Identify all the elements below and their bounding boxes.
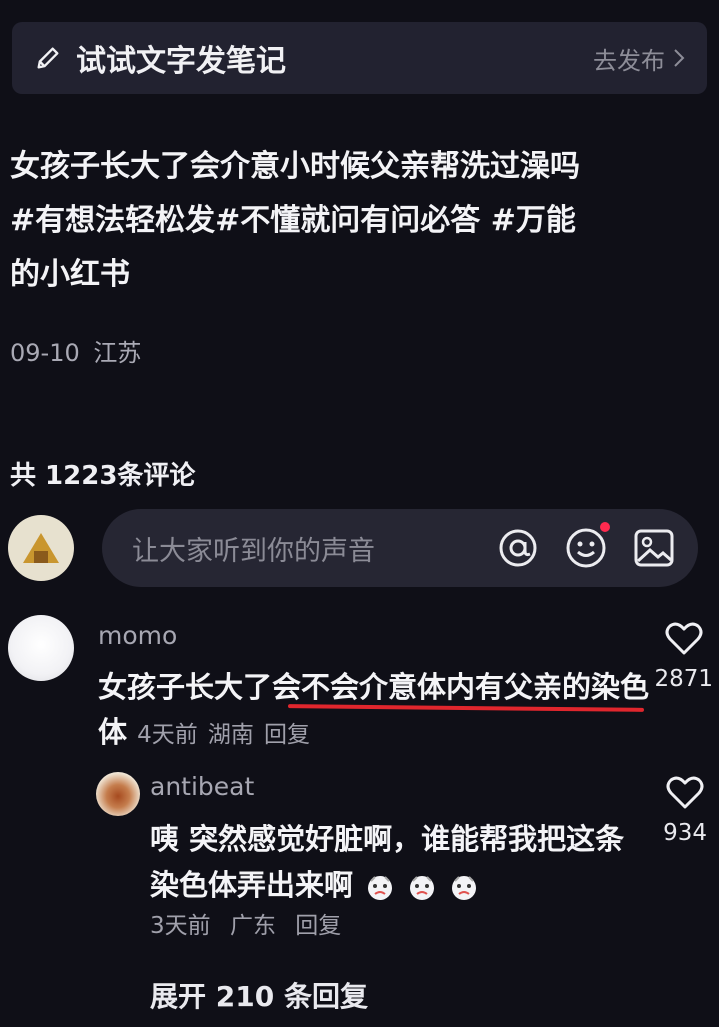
comment-author[interactable]: momo [98, 621, 177, 650]
notification-dot [600, 522, 610, 532]
write-note-title: 试试文字发笔记 [76, 44, 286, 79]
emoji-icon[interactable] [564, 522, 610, 570]
like-button[interactable]: 934 [663, 776, 707, 846]
comment-input[interactable]: 让大家听到你的声音 [102, 509, 698, 587]
post-location: 江苏 [93, 339, 142, 367]
crying-emoji-icon [368, 876, 393, 900]
heart-icon [665, 622, 703, 655]
reply-button[interactable]: 回复 [264, 722, 310, 748]
post-content: 女孩子长大了会介意小时候父亲帮洗过澡吗 #有想法轻松发#不懂就问有问必答 #万能… [10, 149, 580, 292]
reply-button[interactable]: 回复 [295, 913, 341, 939]
comment-text-block[interactable]: 女孩子长大了会不会介意体内有父亲的染色体 4天前 湖南 回复 [98, 665, 658, 758]
at-icon[interactable] [496, 526, 540, 570]
chevron-right-icon [674, 49, 685, 67]
reply-meta: 3天前 广东 回复 [150, 906, 341, 940]
write-note-bar[interactable]: 试试文字发笔记 去发布 [12, 22, 707, 94]
avatar[interactable] [96, 772, 140, 816]
publish-label: 去发布 [593, 46, 665, 75]
publish-link[interactable]: 去发布 [593, 41, 685, 76]
avatar-image [23, 533, 59, 563]
like-count: 934 [663, 820, 707, 846]
heart-icon [666, 776, 704, 809]
image-icon[interactable] [632, 526, 676, 570]
like-button[interactable]: 2871 [654, 622, 713, 692]
like-count: 2871 [654, 666, 713, 692]
expand-replies-button[interactable]: 展开 210 条回复 [150, 975, 368, 1015]
comment-composer: 让大家听到你的声音 [8, 508, 708, 588]
post-meta: 09-10 江苏 [10, 333, 141, 368]
crying-emoji-icon [410, 876, 435, 900]
avatar[interactable] [8, 615, 74, 681]
reply-time: 3天前 [150, 913, 211, 939]
comment-location: 湖南 [207, 722, 254, 748]
comment-input-placeholder: 让大家听到你的声音 [132, 535, 375, 567]
reply-location: 广东 [229, 913, 276, 939]
comment-time: 4天前 [137, 722, 198, 748]
crying-emoji-icon [452, 876, 477, 900]
post-date: 09-10 [10, 339, 80, 367]
avatar[interactable] [8, 515, 74, 581]
pen-icon [37, 47, 59, 69]
comment-count: 共 1223条评论 [10, 461, 196, 491]
reply-text-block[interactable]: 咦 突然感觉好脏啊，谁能帮我把这条染色体弄出来啊 [150, 816, 650, 908]
reply-author[interactable]: antibeat [150, 772, 254, 801]
